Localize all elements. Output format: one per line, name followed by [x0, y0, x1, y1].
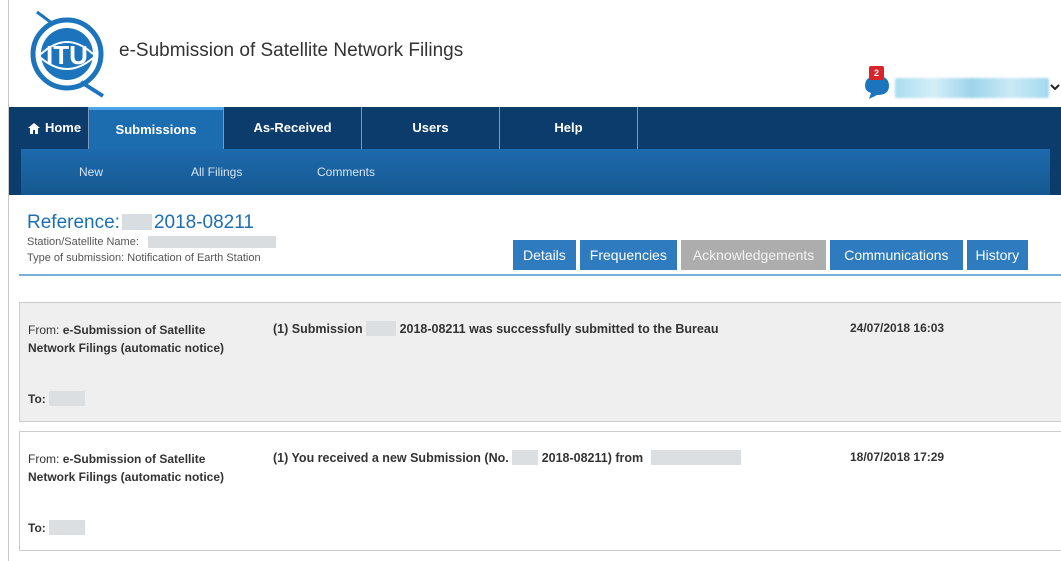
- page: ITU e-Submission of Satellite Network Fi…: [8, 0, 1061, 561]
- svg-text:ITU: ITU: [46, 40, 88, 70]
- tab-history[interactable]: History: [966, 240, 1029, 270]
- message-item[interactable]: From: e-Submission of Satellite Network …: [19, 302, 1061, 422]
- divider: [19, 274, 1061, 276]
- nav-item-users[interactable]: Users: [362, 107, 500, 149]
- tab-communications[interactable]: Communications: [830, 240, 963, 270]
- detail-tabs: Details Frequencies Acknowledgements Com…: [513, 240, 1029, 270]
- notification-badge[interactable]: 2: [869, 66, 884, 80]
- from-label: From:: [28, 323, 60, 337]
- body-suffix: was successfully submitted to the Bureau: [469, 322, 719, 336]
- reference-title: Reference: 2018-08211: [27, 212, 254, 234]
- tab-frequencies[interactable]: Frequencies: [579, 240, 677, 270]
- main-nav: Home Submissions As-Received Users Help: [9, 107, 1061, 149]
- reference-label: Reference:: [27, 212, 120, 233]
- sender-redacted: [650, 450, 741, 465]
- to-label: To:: [28, 392, 46, 406]
- message-item[interactable]: From: e-Submission of Satellite Network …: [19, 431, 1061, 551]
- submission-type: Type of submission: Notification of Eart…: [27, 252, 261, 264]
- reference-number: 2018-08211: [153, 212, 254, 233]
- nav-item-help[interactable]: Help: [500, 107, 638, 149]
- subnav-item-new[interactable]: New: [79, 165, 103, 179]
- message-to: To:: [28, 520, 86, 535]
- tab-details[interactable]: Details: [513, 240, 576, 270]
- body-number: 2018-08211) from: [541, 451, 644, 465]
- station-name-line: Station/Satellite Name:: [27, 236, 276, 249]
- tab-acknowledgements[interactable]: Acknowledgements: [680, 240, 827, 270]
- chevron-down-icon[interactable]: [1050, 82, 1060, 92]
- to-redacted: [49, 391, 86, 406]
- to-label: To:: [28, 521, 46, 535]
- subnav-item-all-filings[interactable]: All Filings: [191, 165, 242, 179]
- body-prefix: (1) You received a new Submission (No.: [273, 451, 509, 465]
- station-label: Station/Satellite Name:: [27, 236, 139, 248]
- nav-item-label: Help: [554, 120, 583, 135]
- itu-logo-icon[interactable]: ITU: [25, 10, 109, 98]
- sub-nav: New All Filings Comments: [9, 149, 1061, 195]
- nav-item-label: Users: [412, 120, 449, 135]
- body-prefix: (1) Submission: [273, 322, 363, 336]
- message-body: (1) Submission 2018-08211 was successful…: [273, 321, 718, 336]
- nav-item-as-received[interactable]: As-Received: [224, 107, 362, 149]
- message-body: (1) You received a new Submission (No. 2…: [273, 450, 741, 465]
- body-redacted: [366, 321, 397, 336]
- nav-item-label: Submissions: [115, 121, 197, 137]
- to-redacted: [49, 520, 86, 535]
- nav-item-home[interactable]: Home: [9, 107, 89, 149]
- header: ITU e-Submission of Satellite Network Fi…: [9, 0, 1061, 107]
- nav-item-submissions[interactable]: Submissions: [89, 107, 224, 149]
- user-name-redacted[interactable]: [895, 78, 1049, 98]
- subnav-item-comments[interactable]: Comments: [317, 165, 375, 179]
- message-from: From: e-Submission of Satellite Network …: [28, 321, 228, 357]
- app-title: e-Submission of Satellite Network Filing…: [119, 40, 464, 61]
- reference-prefix-redacted: [121, 214, 152, 230]
- station-name-redacted: [147, 236, 276, 249]
- home-icon: [27, 122, 40, 134]
- message-from: From: e-Submission of Satellite Network …: [28, 450, 228, 486]
- nav-item-label: Home: [44, 120, 82, 135]
- message-date: 18/07/2018 17:29: [850, 450, 945, 464]
- body-redacted: [512, 450, 539, 465]
- nav-item-label: As-Received: [253, 120, 332, 135]
- body-number: 2018-08211: [399, 322, 466, 336]
- message-to: To:: [28, 391, 86, 406]
- from-label: From:: [28, 452, 60, 466]
- message-date: 24/07/2018 16:03: [850, 321, 945, 335]
